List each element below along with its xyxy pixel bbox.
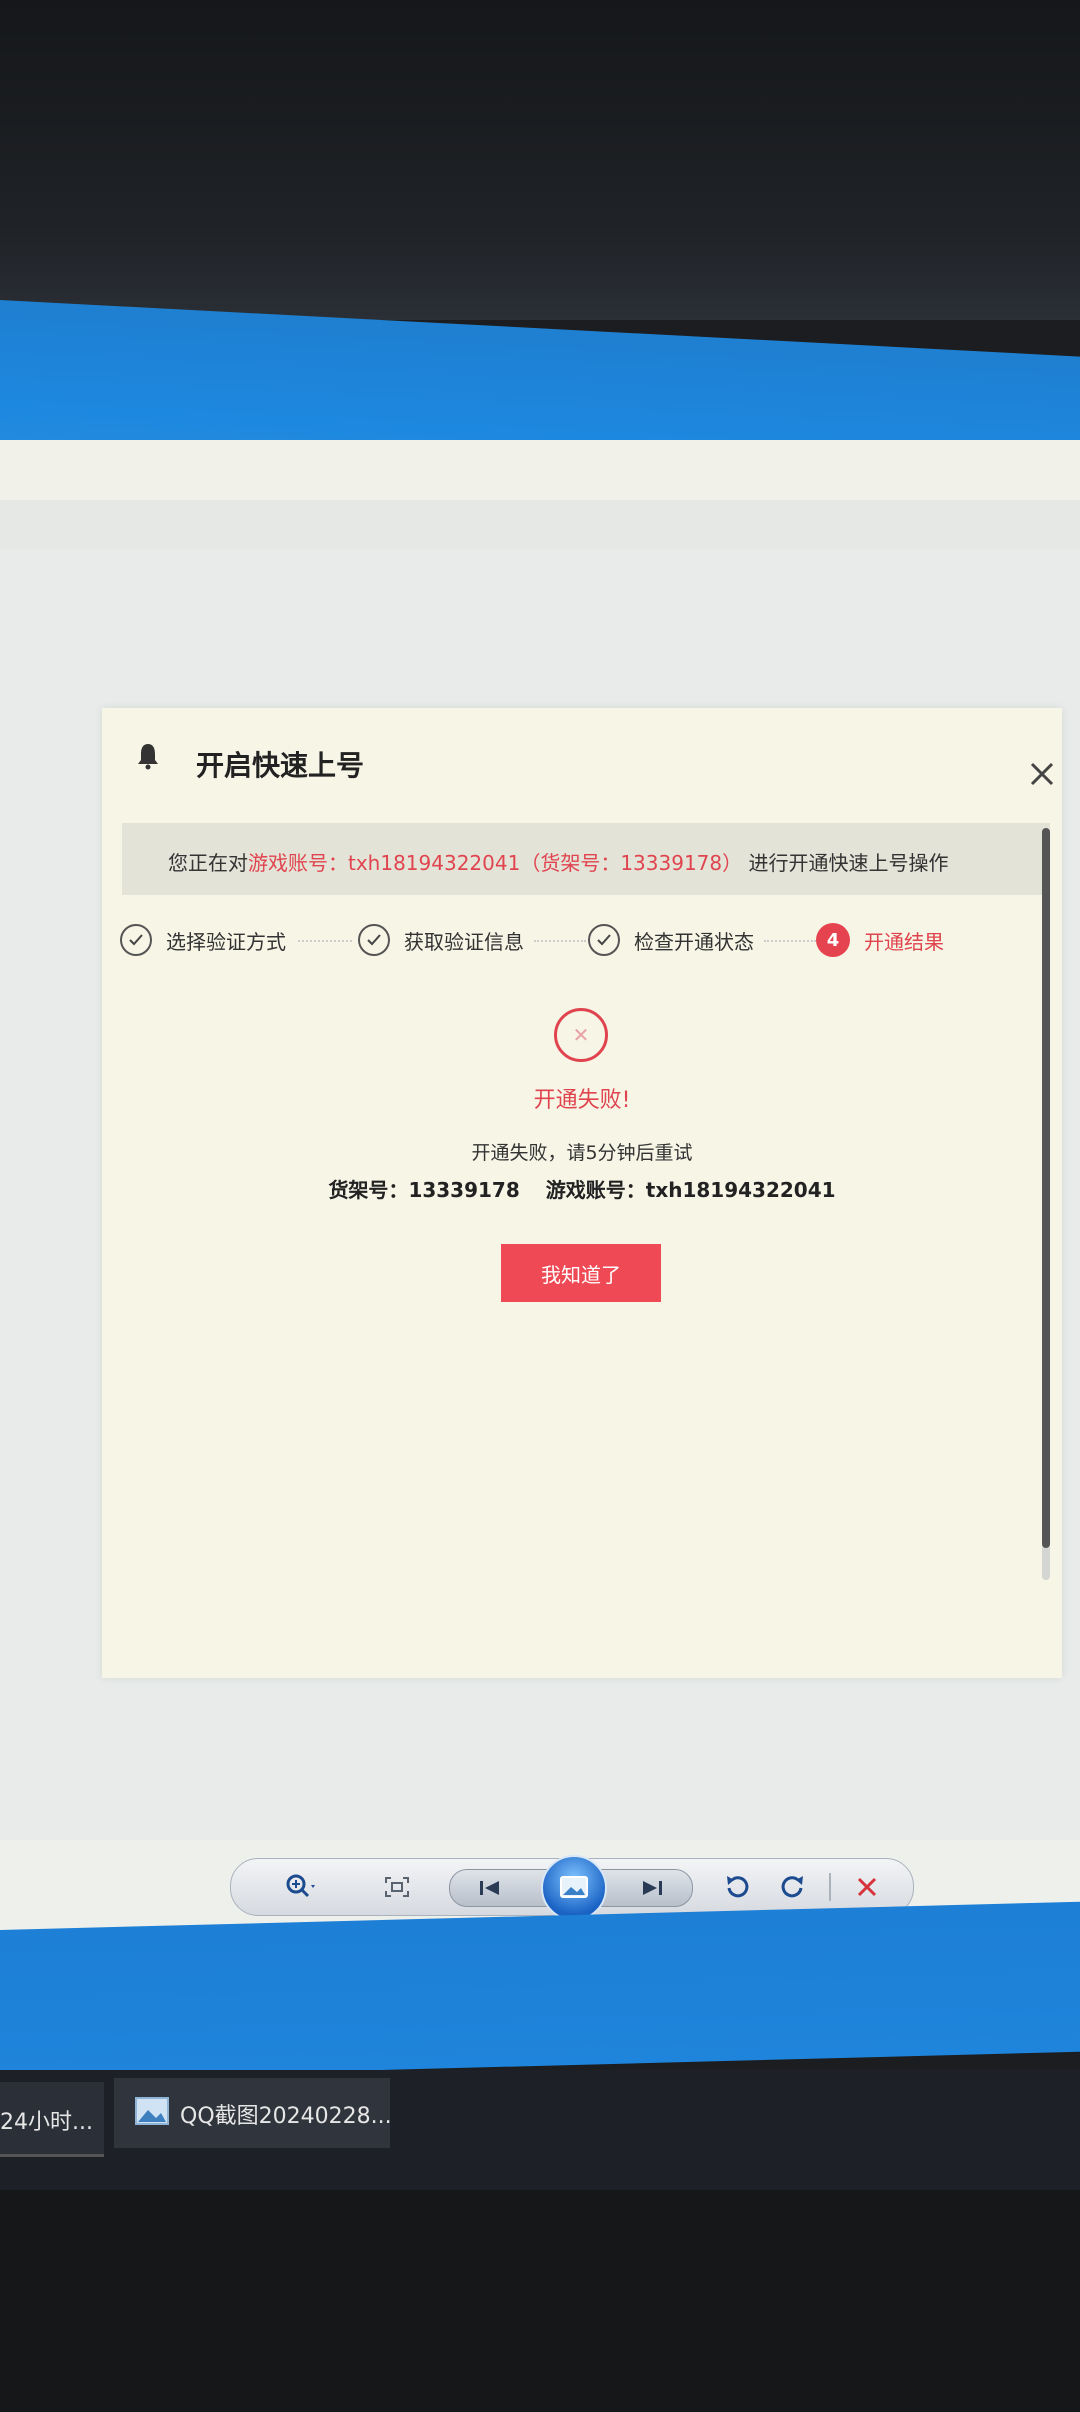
next-icon[interactable] — [636, 1872, 668, 1904]
result-ids: 货架号：13339178 游戏账号：txh18194322041 — [328, 1178, 836, 1202]
toolbar-separator — [829, 1873, 831, 1901]
progress-steps: 选择验证方式 获取验证信息 检查开通状态 4 开通结果 — [102, 920, 1062, 980]
fit-screen-icon[interactable] — [381, 1871, 413, 1903]
photo-viewer-toolbar — [230, 1855, 914, 1921]
monitor-bezel-bottom — [0, 2190, 1080, 2412]
step-connector — [764, 940, 816, 942]
step-connector — [298, 940, 352, 942]
step-select-method: 选择验证方式 — [120, 920, 286, 960]
step-get-info: 获取验证信息 — [358, 920, 524, 960]
delete-icon[interactable] — [851, 1871, 883, 1903]
notice-text: 您正在对游戏账号：txh18194322041（货架号：13339178） 进行… — [168, 851, 949, 875]
close-icon[interactable] — [1022, 754, 1062, 794]
image-file-icon — [135, 2097, 169, 2125]
step-connector — [534, 940, 586, 942]
dialog-title: 开启快速上号 — [196, 749, 365, 782]
result-title: 开通失败! — [533, 1088, 631, 1113]
taskbar-item-qq-screenshot[interactable]: QQ截图20240228... — [114, 2078, 392, 2148]
dialog-header: 开启快速上号 — [102, 708, 1062, 808]
taskbar-item[interactable]: 24小时... — [0, 2082, 104, 2157]
monitor-bezel-top — [0, 0, 1080, 320]
step-check-status: 检查开通状态 — [588, 920, 754, 960]
previous-icon[interactable] — [474, 1872, 506, 1904]
check-circle-icon — [120, 924, 152, 956]
slideshow-icon[interactable] — [541, 1855, 607, 1921]
app-titlebar — [0, 440, 1080, 500]
result-message: 开通失败，请5分钟后重试 — [471, 1142, 693, 1164]
rotate-right-icon[interactable] — [777, 1871, 809, 1903]
check-circle-icon — [358, 924, 390, 956]
notice-account: 游戏账号：txh18194322041（货架号：13339178） — [248, 851, 743, 875]
notice-bar: 您正在对游戏账号：txh18194322041（货架号：13339178） 进行… — [122, 823, 1050, 895]
ok-button[interactable]: 我知道了 — [501, 1244, 661, 1302]
game-account: txh18194322041 — [645, 1178, 836, 1202]
step-number-badge: 4 — [816, 923, 850, 957]
shelf-number: 13339178 — [408, 1178, 520, 1202]
check-circle-icon — [588, 924, 620, 956]
app-toolbar — [0, 500, 1080, 552]
bell-icon — [138, 744, 158, 770]
scrollbar-thumb[interactable] — [1042, 828, 1050, 1548]
rotate-left-icon[interactable] — [721, 1871, 753, 1903]
quick-login-dialog: 开启快速上号 您正在对游戏账号：txh18194322041（货架号：13339… — [102, 708, 1062, 1678]
dialog-scrollbar[interactable] — [1042, 828, 1050, 1580]
fail-x-icon: ✕ — [554, 1008, 608, 1062]
zoom-icon[interactable] — [285, 1871, 317, 1903]
step-result: 4 开通结果 — [816, 920, 944, 960]
desktop-background-bottom — [0, 1901, 1080, 2080]
